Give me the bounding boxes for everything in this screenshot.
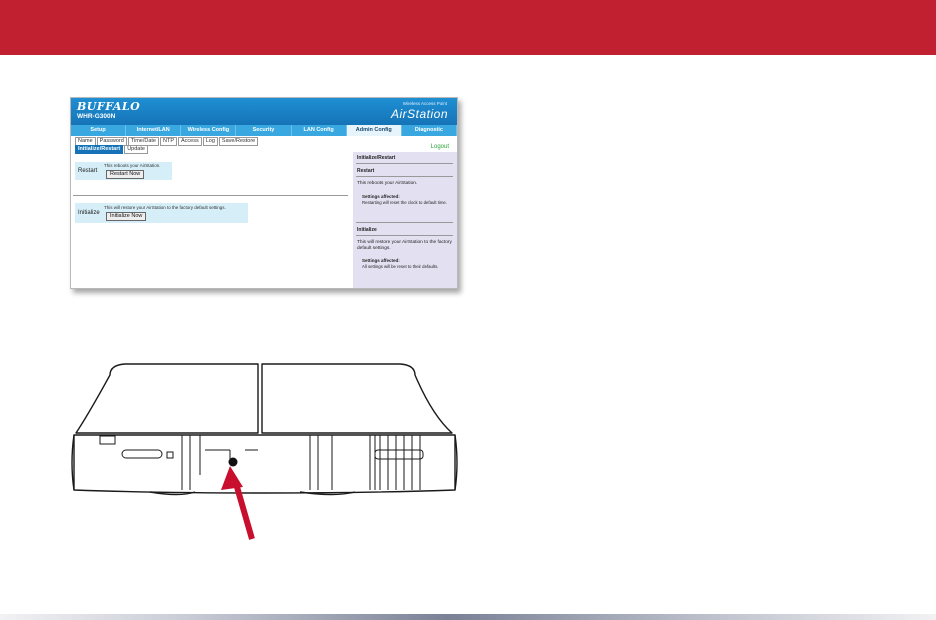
admin-screenshot: BUFFALO WHR-G300N Wireless Access Point … [70, 97, 458, 289]
help-divider [356, 176, 453, 177]
help-divider [356, 163, 453, 164]
help-init-affected-label: Settings affected: [362, 258, 400, 263]
header-bar: BUFFALO WHR-G300N Wireless Access Point … [71, 98, 457, 125]
initialize-label: Initialize [78, 210, 100, 216]
router-illustration [71, 363, 458, 540]
help-restart-text: This reboots your AirStation. [357, 181, 418, 186]
help-panel: Initialize/Restart Restart This reboots … [353, 152, 457, 288]
model-name: WHR-G300N [77, 113, 116, 120]
subnav-access[interactable]: Access [178, 137, 202, 146]
top-banner [0, 0, 936, 55]
initialize-box: Initialize This will restore your AirSta… [75, 203, 248, 223]
restart-text: This reboots your AirStation. [104, 163, 161, 168]
ap-label: Wireless Access Point [402, 101, 447, 106]
buffalo-logo: BUFFALO [77, 100, 141, 113]
restart-now-button[interactable]: Restart Now [106, 170, 145, 179]
help-divider [356, 222, 453, 223]
section-divider [73, 195, 348, 196]
help-restart-affected: Restarting will reset the clock to defau… [362, 200, 448, 205]
restart-label: Restart [78, 168, 98, 174]
tab-admin-config[interactable]: Admin Config [346, 125, 402, 136]
initialize-now-button[interactable]: Initialize Now [106, 212, 147, 221]
help-init-title: Initialize [357, 227, 377, 233]
help-divider [356, 235, 453, 236]
tab-security[interactable]: Security [236, 125, 292, 136]
tab-setup[interactable]: Setup [71, 125, 127, 136]
reset-hole [228, 457, 238, 467]
subnav-ntp[interactable]: NTP [160, 137, 177, 146]
tab-internet-lan[interactable]: Internet/LAN [126, 125, 182, 136]
help-init-text: This will restore your AirStation to the… [357, 240, 452, 251]
bottom-bar [0, 614, 936, 620]
router-front-face [73, 434, 456, 494]
main-content: Restart This reboots your AirStation. Re… [71, 152, 353, 288]
help-restart-title: Restart [357, 168, 375, 174]
help-title: Initialize/Restart [357, 155, 396, 161]
router-right-panel [261, 363, 453, 434]
subnav-log[interactable]: Log [202, 137, 218, 146]
tab-lan-config[interactable]: LAN Config [292, 125, 347, 136]
red-arrow-icon [221, 466, 255, 540]
port-slot [374, 449, 424, 460]
router-left-panel [75, 363, 259, 434]
power-slot [121, 449, 163, 459]
help-init-affected: All settings will be reset to their defa… [362, 264, 439, 269]
logout-link[interactable]: Logout [431, 144, 449, 150]
initialize-text: This will restore your AirStation to the… [104, 205, 226, 210]
help-restart-affected-label: Settings affected: [362, 194, 400, 199]
tab-wireless-config[interactable]: Wireless Config [181, 125, 237, 136]
airstation-brand: AirStation [390, 107, 448, 121]
tab-diagnostic[interactable]: Diagnostic [402, 125, 457, 136]
main-tabs: Setup Internet/LAN Wireless Config Secur… [71, 125, 457, 136]
restart-box: Restart This reboots your AirStation. Re… [75, 162, 172, 180]
subnav-save-restore[interactable]: Save/Restore [218, 137, 259, 146]
